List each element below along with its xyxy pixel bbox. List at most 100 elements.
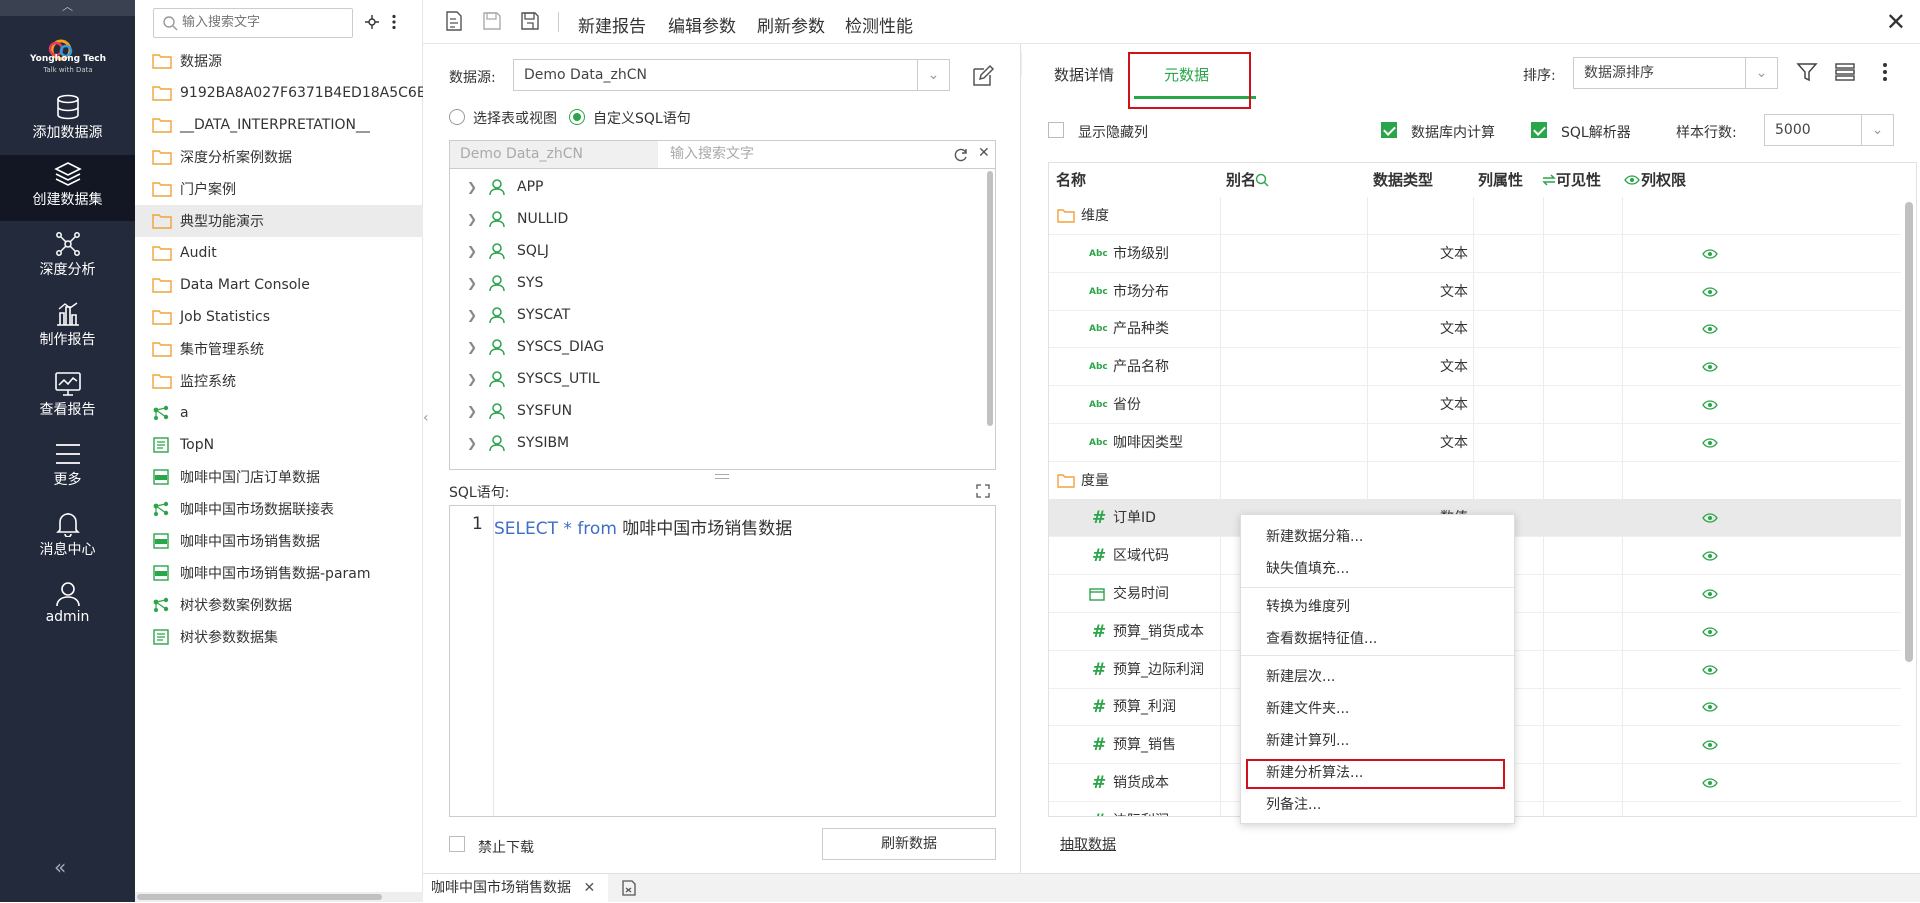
tree-item[interactable]: TopN bbox=[135, 429, 423, 461]
tree-item[interactable]: a bbox=[135, 397, 423, 429]
tree-item[interactable]: 监控系统 bbox=[135, 365, 423, 397]
sql-parser-checkbox[interactable] bbox=[1531, 122, 1547, 138]
chevron-right-icon[interactable]: ❯ bbox=[457, 244, 487, 258]
schema-item[interactable]: ❯ SYSIBM bbox=[450, 427, 980, 459]
filter-icon[interactable] bbox=[1796, 61, 1818, 83]
tree-item[interactable]: 咖啡中国门店订单数据 bbox=[135, 461, 423, 493]
schema-item[interactable]: ❯ SYSCAT bbox=[450, 299, 980, 331]
save-icon[interactable] bbox=[481, 10, 503, 32]
eye-icon[interactable] bbox=[1702, 400, 1718, 410]
schema-scrollbar[interactable] bbox=[985, 169, 995, 469]
sort-select[interactable]: 数据源排序 ⌄ bbox=[1573, 57, 1778, 89]
tree-item[interactable]: 数据源 bbox=[135, 45, 423, 77]
context-menu-item[interactable]: 新建层次... bbox=[1241, 661, 1516, 693]
radio-custom-sql[interactable] bbox=[569, 109, 585, 125]
sidebar-collapse-icon[interactable]: « bbox=[54, 855, 66, 879]
nav-add-datasource[interactable]: 添加数据源 bbox=[0, 88, 135, 152]
extract-data-link[interactable]: 抽取数据 bbox=[1060, 834, 1116, 854]
nav-more[interactable]: 更多 bbox=[0, 435, 135, 499]
nav-user[interactable]: admin bbox=[0, 575, 135, 639]
schema-item[interactable]: ❯ SYSCS_UTIL bbox=[450, 363, 980, 395]
locate-icon[interactable] bbox=[364, 14, 380, 30]
eye-icon[interactable] bbox=[1702, 740, 1718, 750]
tree-item[interactable]: 典型功能演示 bbox=[135, 205, 423, 237]
refresh-icon[interactable] bbox=[953, 147, 969, 163]
more-vertical-icon[interactable] bbox=[391, 14, 397, 30]
radio-table-view[interactable] bbox=[449, 109, 465, 125]
schema-item[interactable]: ❯ SYSFUN bbox=[450, 395, 980, 427]
tree-item[interactable]: 9192BA8A027F6371B4ED18A5C6EED bbox=[135, 77, 423, 109]
metadata-group-row[interactable]: 维度 bbox=[1049, 197, 1901, 235]
eye-icon[interactable] bbox=[1702, 702, 1718, 713]
eye-icon[interactable] bbox=[1702, 513, 1718, 524]
no-download-checkbox[interactable] bbox=[449, 836, 465, 852]
datasource-select[interactable]: Demo Data_zhCN ⌄ bbox=[513, 59, 950, 91]
metadata-group-row[interactable]: 度量 bbox=[1049, 462, 1901, 500]
schema-item[interactable]: ❯ SQLJ bbox=[450, 235, 980, 267]
context-menu-item[interactable]: 新建数据分箱... bbox=[1241, 521, 1516, 553]
tree-item[interactable]: 咖啡中国市场数据联接表 bbox=[135, 493, 423, 525]
nav-view-report[interactable]: 查看报告 bbox=[0, 365, 135, 429]
chevron-right-icon[interactable]: ❯ bbox=[457, 372, 487, 386]
tree-item[interactable]: 咖啡中国市场销售数据 bbox=[135, 525, 423, 557]
tree-search[interactable] bbox=[153, 8, 353, 38]
new-report-button[interactable]: 新建报告 bbox=[578, 12, 646, 37]
eye-icon[interactable] bbox=[1702, 362, 1718, 372]
close-tab-icon[interactable]: ✕ bbox=[583, 880, 595, 896]
eye-icon[interactable] bbox=[1702, 551, 1718, 561]
metadata-scrollbar[interactable] bbox=[1902, 197, 1916, 816]
eye-icon[interactable] bbox=[1702, 324, 1718, 335]
schema-item[interactable]: ❯ SYSCS_DIAG bbox=[450, 331, 980, 363]
schema-item[interactable]: ❯ NULLID bbox=[450, 203, 980, 235]
refresh-data-button[interactable]: 刷新数据 bbox=[822, 828, 996, 860]
schema-search-input[interactable]: 输入搜索文字 bbox=[670, 141, 754, 168]
nav-make-report[interactable]: 制作报告 bbox=[0, 295, 135, 359]
chevron-right-icon[interactable]: ❯ bbox=[457, 308, 487, 322]
list-view-icon[interactable] bbox=[1834, 62, 1856, 82]
chevron-right-icon[interactable]: ❯ bbox=[457, 436, 487, 450]
metadata-row[interactable]: Abc 产品名称 文本 bbox=[1049, 348, 1901, 387]
nav-deep-analysis[interactable]: 深度分析 bbox=[0, 225, 135, 289]
sample-rows-select[interactable]: 5000 ⌄ bbox=[1764, 114, 1894, 146]
edit-datasource-icon[interactable] bbox=[971, 64, 995, 88]
schema-item[interactable]: ❯ SYS bbox=[450, 267, 980, 299]
eye-icon[interactable] bbox=[1624, 175, 1640, 185]
eye-icon[interactable] bbox=[1702, 627, 1718, 637]
tree-collapse-icon[interactable]: ‹ bbox=[423, 410, 433, 430]
tree-item[interactable]: 集市管理系统 bbox=[135, 333, 423, 365]
tree-item[interactable]: __DATA_INTERPRETATION__ bbox=[135, 109, 423, 141]
more-vertical-icon[interactable] bbox=[1882, 62, 1888, 82]
tree-search-input[interactable] bbox=[182, 9, 342, 35]
new-dataset-icon[interactable] bbox=[443, 10, 465, 32]
eye-icon[interactable] bbox=[1702, 438, 1718, 448]
eye-icon[interactable] bbox=[1702, 778, 1718, 788]
metadata-row[interactable]: Abc 省份 文本 bbox=[1049, 386, 1901, 424]
context-menu-item[interactable]: 转换为维度列 bbox=[1241, 591, 1516, 623]
refresh-params-button[interactable]: 刷新参数 bbox=[757, 12, 825, 37]
tab-dataset[interactable]: 咖啡中国市场销售数据 ✕ bbox=[423, 874, 608, 903]
close-icon[interactable]: ✕ bbox=[1886, 8, 1906, 36]
chevron-right-icon[interactable]: ❯ bbox=[457, 180, 487, 194]
tree-item[interactable]: 咖啡中国市场销售数据-param bbox=[135, 557, 423, 589]
metadata-row[interactable]: Abc 产品种类 文本 bbox=[1049, 310, 1901, 349]
tree-item[interactable]: 树状参数案例数据 bbox=[135, 589, 423, 621]
fullscreen-icon[interactable] bbox=[976, 484, 990, 498]
eye-icon[interactable] bbox=[1702, 589, 1718, 599]
chevron-right-icon[interactable]: ❯ bbox=[457, 404, 487, 418]
context-menu-item[interactable]: 列备注... bbox=[1241, 789, 1516, 821]
chevron-right-icon[interactable]: ❯ bbox=[457, 340, 487, 354]
save-as-icon[interactable] bbox=[519, 10, 541, 32]
chevron-right-icon[interactable]: ❯ bbox=[457, 276, 487, 290]
edit-params-button[interactable]: 编辑参数 bbox=[668, 12, 736, 37]
metadata-row[interactable]: Abc 市场级别 文本 bbox=[1049, 235, 1901, 273]
tree-item[interactable]: Data Mart Console bbox=[135, 269, 423, 301]
metadata-row[interactable]: Abc 市场分布 文本 bbox=[1049, 273, 1901, 311]
search-icon[interactable] bbox=[1255, 173, 1269, 187]
resize-handle[interactable] bbox=[715, 474, 729, 479]
context-menu-item[interactable]: 新建计算列... bbox=[1241, 725, 1516, 757]
clear-search-icon[interactable]: ✕ bbox=[978, 145, 990, 161]
tree-item[interactable]: Audit bbox=[135, 237, 423, 269]
tab-data-detail[interactable]: 数据详情 bbox=[1054, 64, 1114, 85]
chevron-right-icon[interactable]: ❯ bbox=[457, 212, 487, 226]
check-performance-button[interactable]: 检测性能 bbox=[845, 12, 913, 37]
